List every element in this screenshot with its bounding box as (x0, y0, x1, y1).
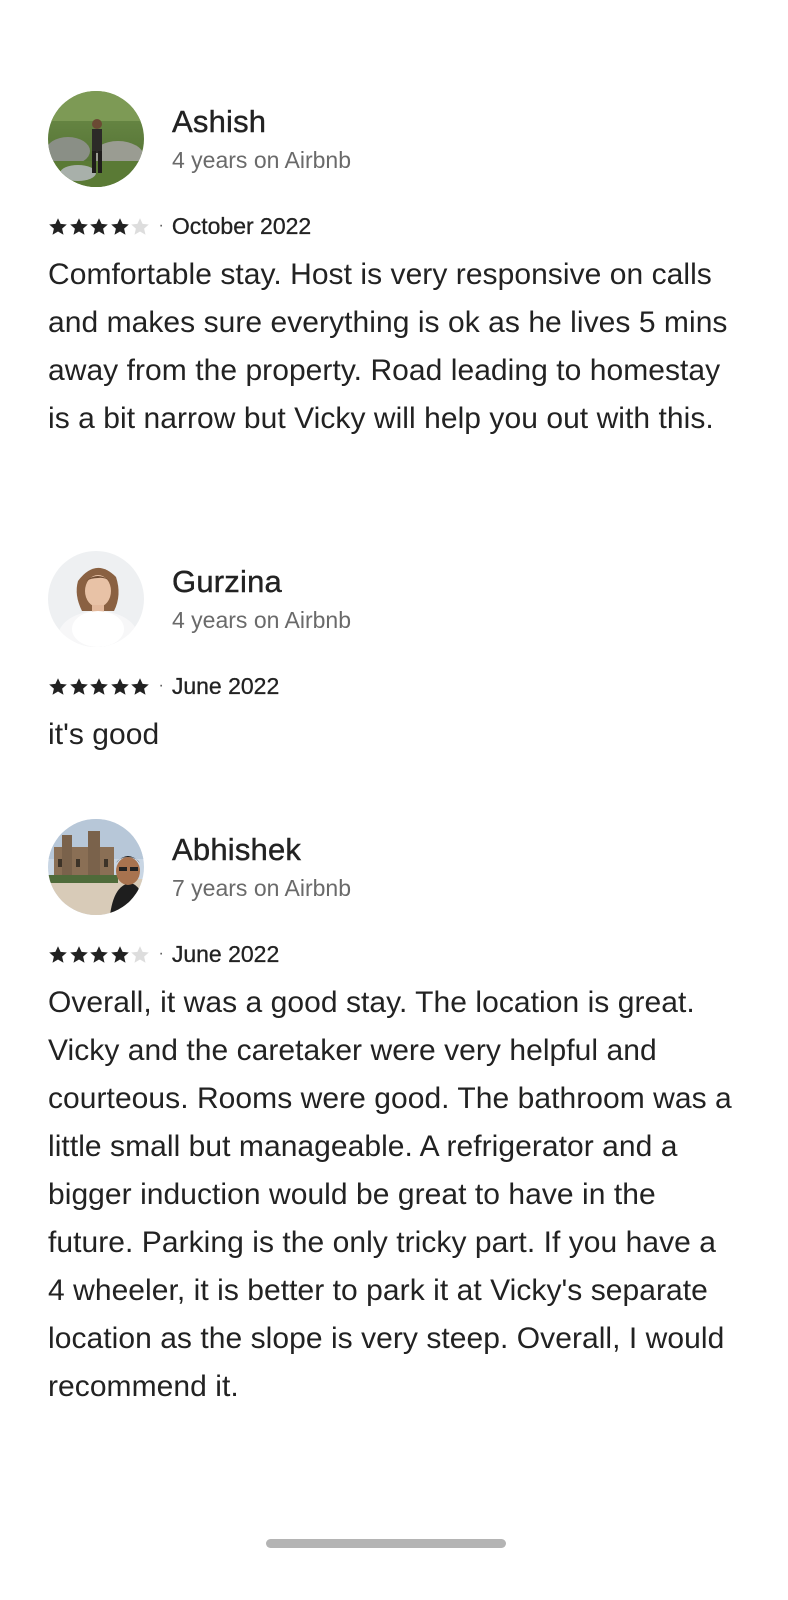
review-date: October 2022 (171, 212, 312, 239)
star-icon (110, 217, 130, 236)
star-icon (89, 217, 109, 236)
star-rating (48, 945, 151, 964)
star-rating (48, 677, 151, 696)
star-icon (48, 217, 68, 236)
separator-dot: · (158, 945, 164, 962)
review-date: June 2022 (171, 940, 280, 967)
rating-row: · June 2022 (48, 671, 738, 701)
star-icon (69, 217, 89, 236)
reviewer-name: Abhishek (172, 832, 302, 867)
star-icon (130, 217, 150, 236)
review-text: it's good (48, 718, 160, 751)
star-icon (89, 945, 109, 964)
reviewer-name: Gurzina (172, 564, 282, 599)
reviewer-header: Abhishek 7 years on Airbnb (48, 819, 738, 915)
star-icon (89, 677, 109, 696)
star-icon (69, 945, 89, 964)
star-rating (48, 217, 151, 236)
star-icon (130, 945, 150, 964)
reviewer-header: Ashish 4 years on Airbnb (48, 91, 738, 187)
review-item: Gurzina 4 years on Airbnb · June 2022 it… (48, 551, 738, 759)
star-icon (69, 677, 89, 696)
star-icon (110, 677, 130, 696)
separator-dot: · (158, 677, 164, 694)
star-icon (48, 677, 68, 696)
rating-row: · June 2022 (48, 939, 738, 969)
review-text: Overall, it was a good stay. The locatio… (48, 986, 732, 1403)
reviewer-tenure: 7 years on Airbnb (172, 875, 352, 901)
reviewer-name: Ashish (172, 104, 267, 139)
review-item: Abhishek 7 years on Airbnb · June 2022 O… (48, 819, 738, 1411)
review-date: June 2022 (171, 672, 280, 699)
reviewer-header: Gurzina 4 years on Airbnb (48, 551, 738, 647)
avatar[interactable] (48, 91, 144, 187)
avatar[interactable] (48, 551, 144, 647)
rating-row: · October 2022 (48, 211, 738, 241)
separator-dot: · (158, 217, 164, 234)
reviewer-tenure: 4 years on Airbnb (172, 607, 352, 633)
star-icon (130, 677, 150, 696)
home-indicator[interactable] (266, 1539, 506, 1548)
avatar[interactable] (48, 819, 144, 915)
star-icon (48, 945, 68, 964)
review-item: Ashish 4 years on Airbnb · October 2022 … (48, 91, 738, 443)
review-text: Comfortable stay. Host is very responsiv… (48, 258, 728, 435)
reviewer-tenure: 4 years on Airbnb (172, 147, 352, 173)
star-icon (110, 945, 130, 964)
